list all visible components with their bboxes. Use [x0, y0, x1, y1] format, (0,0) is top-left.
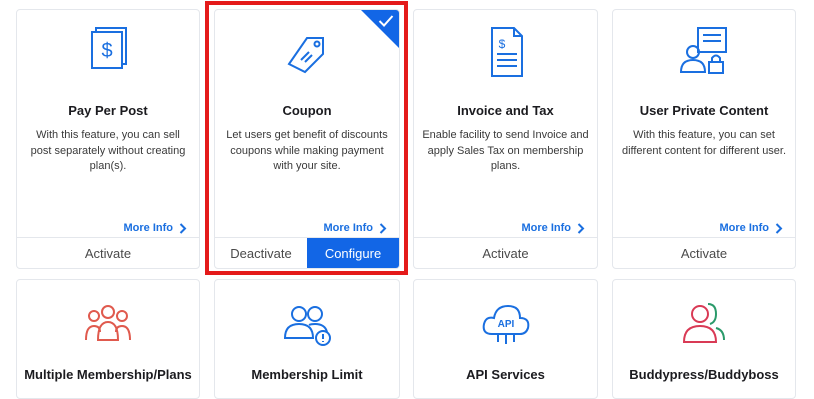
checkmark-icon — [378, 15, 394, 27]
chevron-right-icon — [179, 222, 187, 234]
feature-card-user-private-content: User Private Content With this feature, … — [612, 9, 796, 269]
multiple-members-icon — [85, 305, 131, 341]
feature-card-multiple-membership: Multiple Membership/Plans — [16, 279, 200, 399]
members-limit-icon — [283, 306, 331, 346]
invoice-icon: $ — [490, 27, 523, 77]
configure-button[interactable]: Configure — [307, 238, 399, 268]
card-title: User Private Content — [639, 103, 769, 118]
api-cloud-icon: API — [482, 304, 529, 344]
card-description: With this feature, you can sell post sep… — [30, 129, 186, 172]
dollar-document-icon: $ — [91, 27, 127, 69]
svg-text:$: $ — [498, 37, 505, 51]
feature-card-invoice-tax: $ Invoice and Tax Enable facility to sen… — [413, 9, 598, 269]
feature-card-buddypress: Buddypress/Buddyboss — [612, 279, 796, 399]
svg-text:API: API — [497, 319, 514, 330]
card-description: Let users get benefit of discounts coupo… — [226, 129, 388, 172]
more-info-link[interactable]: More Info — [720, 222, 784, 234]
card-title: Coupon — [282, 103, 332, 118]
card-description: With this feature, you can set different… — [621, 129, 787, 157]
card-footer: Activate — [414, 237, 597, 268]
card-description: Enable facility to send Invoice and appl… — [422, 129, 589, 172]
private-content-icon — [679, 27, 727, 74]
coupon-tag-icon — [287, 37, 324, 74]
more-info-label: More Info — [719, 222, 770, 234]
activate-button[interactable]: Activate — [414, 238, 597, 268]
chevron-right-icon — [577, 222, 585, 234]
card-title: Pay Per Post — [68, 103, 148, 118]
more-info-label: More Info — [123, 222, 174, 234]
feature-card-coupon: Coupon Let users get benefit of discount… — [214, 9, 400, 269]
more-info-link[interactable]: More Info — [124, 222, 188, 234]
more-info-link[interactable]: More Info — [324, 222, 388, 234]
card-title: Buddypress/Buddyboss — [629, 367, 779, 382]
svg-text:$: $ — [101, 40, 112, 62]
chevron-right-icon — [379, 222, 387, 234]
chevron-right-icon — [775, 222, 783, 234]
card-footer: Deactivate Configure — [215, 237, 399, 268]
card-title: Membership Limit — [251, 367, 363, 382]
card-title: Multiple Membership/Plans — [24, 367, 192, 382]
feature-card-membership-limit: Membership Limit — [214, 279, 400, 399]
more-info-link[interactable]: More Info — [522, 222, 586, 234]
card-title: API Services — [466, 367, 545, 382]
deactivate-button[interactable]: Deactivate — [215, 238, 307, 268]
card-footer: Activate — [613, 237, 795, 268]
more-info-label: More Info — [521, 222, 572, 234]
card-footer: Activate — [17, 237, 199, 268]
activate-button[interactable]: Activate — [17, 238, 199, 268]
feature-card-api-services: API API Services — [413, 279, 598, 399]
feature-card-pay-per-post: $ Pay Per Post With this feature, you ca… — [16, 9, 200, 269]
more-info-label: More Info — [323, 222, 374, 234]
activate-button[interactable]: Activate — [613, 238, 795, 268]
card-title: Invoice and Tax — [457, 103, 554, 118]
buddy-users-icon — [682, 303, 725, 343]
